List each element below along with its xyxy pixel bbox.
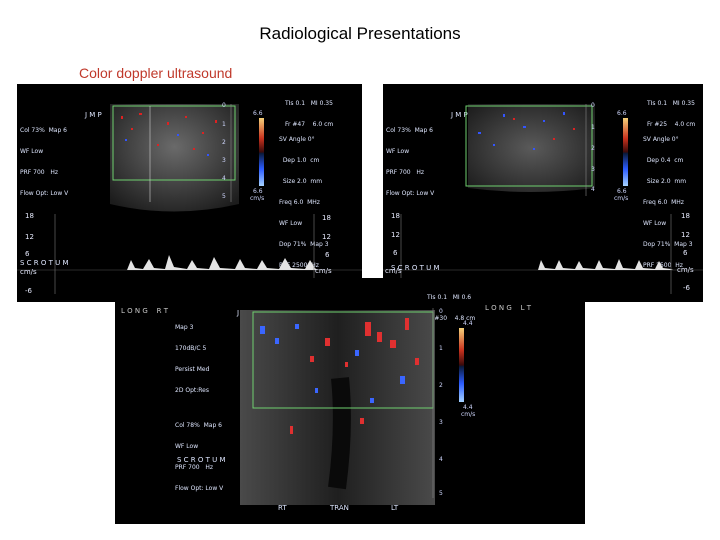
spectral-unit-right: cm/s xyxy=(677,266,694,274)
depth-tick: 1 xyxy=(439,345,443,352)
page-title: Radiological Presentations xyxy=(259,24,461,43)
color-scale-max: 6.6 xyxy=(617,110,627,117)
spectral-scale-left: 18 xyxy=(25,212,34,220)
color-scale-max: 4.4 xyxy=(463,320,473,327)
depth-tick: 3 xyxy=(222,157,226,164)
spectral-scale-left: 6 xyxy=(25,250,30,258)
color-scale-unit: cm/s xyxy=(614,195,629,202)
color-scale-unit: cm/s xyxy=(250,195,265,202)
ultrasound-image-bottom xyxy=(240,308,435,505)
scrotum-label: S C R O T U M xyxy=(391,264,440,272)
orientation-label-rt: RT xyxy=(278,504,287,512)
spectral-scale-left: 6 xyxy=(393,249,398,257)
ultrasound-panel-top-left: TIs 0.1 MI 0.35 Fr #47 6.0 cm J M P Col … xyxy=(17,84,362,302)
depth-tick: 4 xyxy=(591,186,595,193)
depth-tick: 0 xyxy=(591,102,595,109)
ultrasound-panel-top-right: TIs 0.1 MI 0.35 Fr #25 4.0 cm J M P Col … xyxy=(383,84,703,302)
spectral-scale-right: 6 xyxy=(325,251,330,259)
page-subtitle: Color doppler ultrasound xyxy=(79,65,233,81)
depth-tick: 5 xyxy=(222,193,226,200)
depth-tick: 0 xyxy=(222,102,226,109)
spectral-scale-right: 12 xyxy=(322,233,331,241)
depth-tick: 1 xyxy=(222,121,226,128)
color-scale-min: 6.6 xyxy=(253,188,263,195)
spectral-scale-right: -6 xyxy=(683,284,690,292)
spectral-scale-right: 18 xyxy=(322,214,331,222)
spectral-scale-right: 12 xyxy=(681,231,690,239)
spectral-scale-left: 12 xyxy=(391,231,400,239)
depth-tick: 4 xyxy=(222,175,226,182)
color-scale-bar xyxy=(459,328,464,402)
spectral-unit-left: cm/s xyxy=(20,268,37,276)
spectral-scale-left: 18 xyxy=(391,212,400,220)
ultrasound-image-top-left xyxy=(17,104,362,294)
depth-tick: 4 xyxy=(439,456,443,463)
color-scale-bar xyxy=(259,118,264,186)
depth-tick: 2 xyxy=(439,382,443,389)
color-scale-max: 6.6 xyxy=(253,110,263,117)
ultrasound-panel-bottom: L O N G R T L O N G L T TIs 0.1 MI 0.6 F… xyxy=(115,278,585,524)
depth-tick: 2 xyxy=(591,145,595,152)
spectral-scale-right: 18 xyxy=(681,212,690,220)
depth-tick: 3 xyxy=(591,166,595,173)
spectral-scale-right: 6 xyxy=(683,249,688,257)
scrotum-label: S C R O T U M xyxy=(20,259,69,267)
color-scale-min: 6.6 xyxy=(617,188,627,195)
depth-tick: 0 xyxy=(439,308,443,315)
scrotum-label: S C R O T U M xyxy=(177,456,226,464)
orientation-label-lt: LT xyxy=(391,504,399,512)
color-scale-bar xyxy=(623,118,628,186)
orientation-label-tran: TRAN xyxy=(330,504,349,512)
spectral-unit-right: cm/s xyxy=(315,267,332,275)
depth-tick: 3 xyxy=(439,419,443,426)
spectral-scale-left: -6 xyxy=(25,287,32,295)
color-scale-unit: cm/s xyxy=(461,411,476,418)
color-scale-min: 4.4 xyxy=(463,404,473,411)
spectral-scale-left: 12 xyxy=(25,233,34,241)
depth-tick: 1 xyxy=(591,124,595,131)
depth-tick: 5 xyxy=(439,490,443,497)
depth-tick: 2 xyxy=(222,139,226,146)
